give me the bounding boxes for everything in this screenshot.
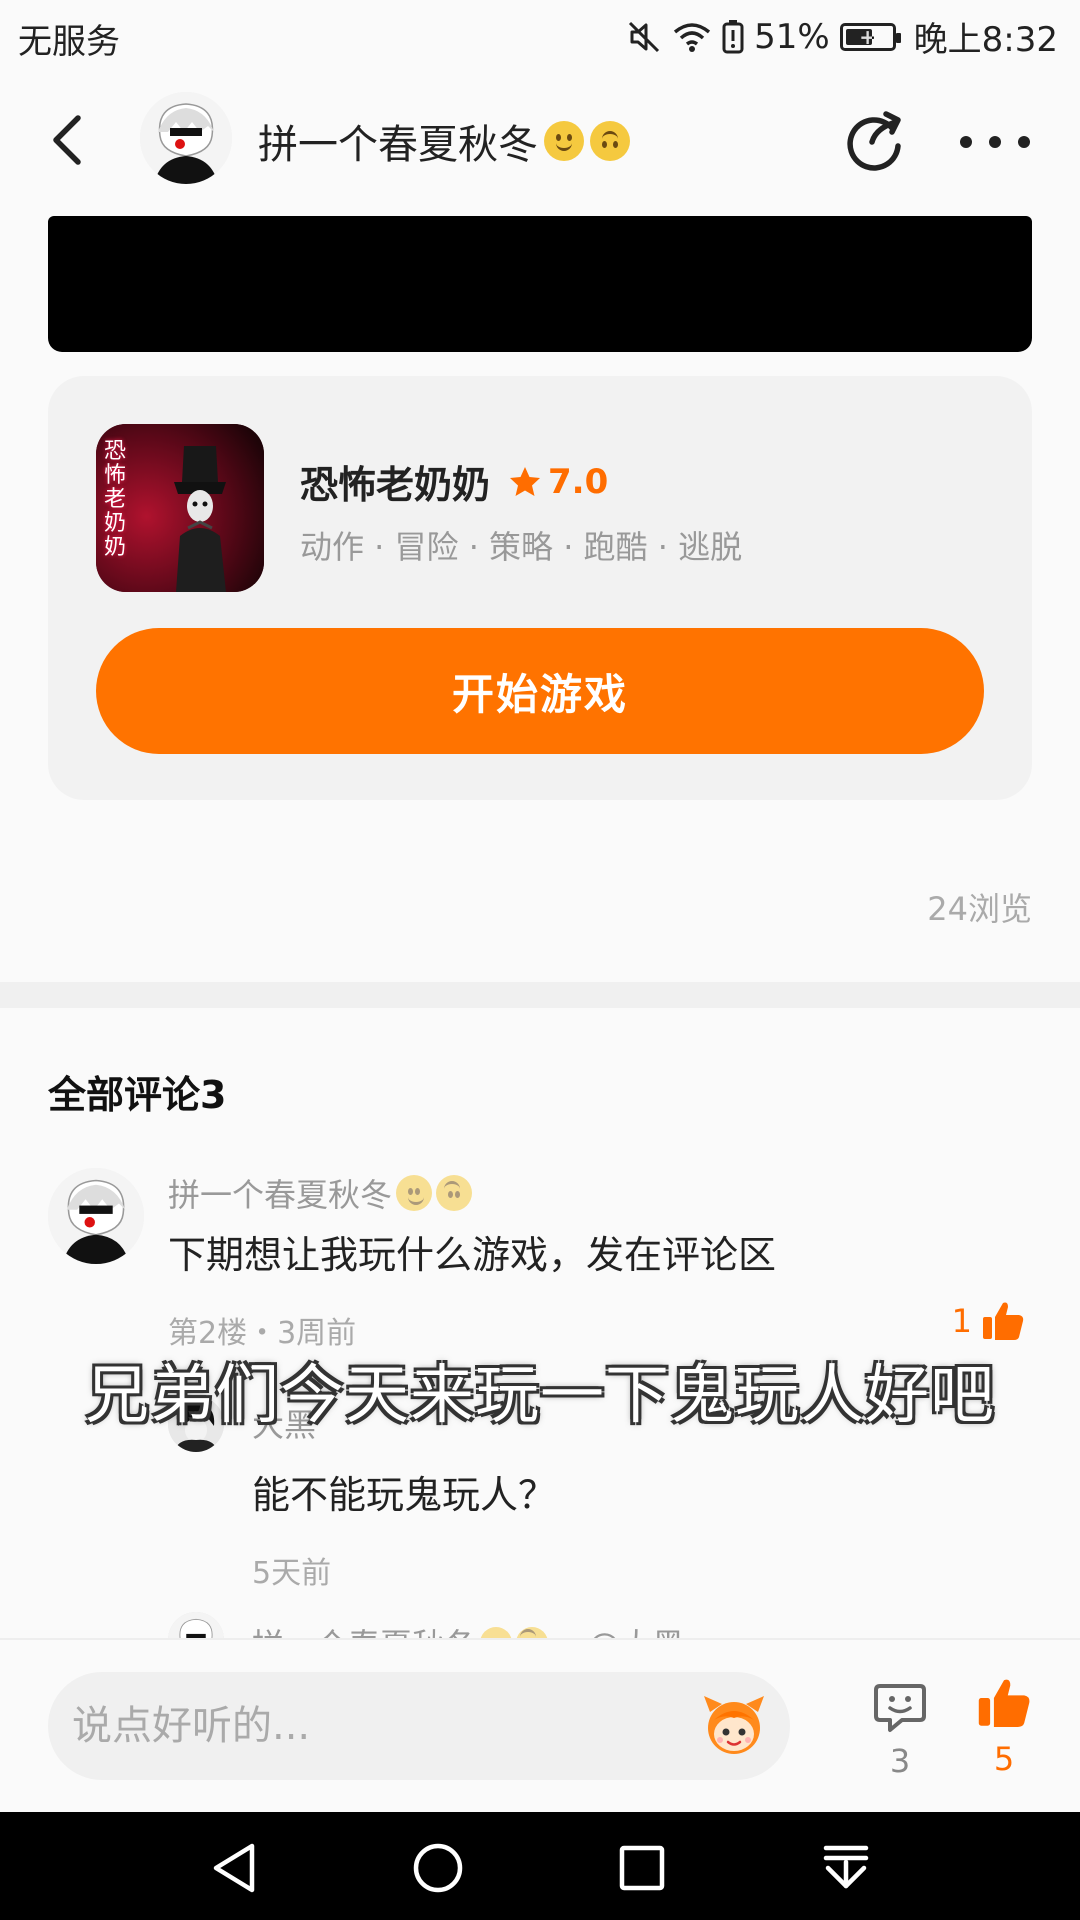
reply-author[interactable]: 拼一个春夏秋冬 ▸ @大黑 xyxy=(252,1620,684,1638)
square-recents-icon xyxy=(619,1845,665,1891)
comments-header: 全部评论3 xyxy=(48,1073,227,1117)
circle-home-icon xyxy=(413,1843,463,1893)
status-bar: 无服务 51% + 晚上8:32 xyxy=(0,0,1080,76)
thumbs-up-icon xyxy=(978,1679,1030,1727)
comment-input[interactable] xyxy=(72,1672,692,1780)
nav-notification-button[interactable] xyxy=(816,1838,876,1898)
smile-emoji-icon xyxy=(396,1175,433,1211)
title-text: 拼一个春夏秋冬 xyxy=(258,122,538,168)
nav-home-button[interactable] xyxy=(408,1838,468,1898)
game-rating: 7.0 xyxy=(508,462,608,502)
smile-emoji-icon xyxy=(480,1627,513,1638)
start-game-button[interactable]: 开始游戏 xyxy=(96,628,984,754)
share-button[interactable] xyxy=(840,106,908,174)
reply-mention: ▸ @大黑 xyxy=(562,1620,684,1638)
reply-author-name: 拼一个春夏秋冬 xyxy=(252,1620,476,1638)
system-nav-bar xyxy=(0,1812,1080,1920)
dot-icon xyxy=(1018,136,1030,148)
dot-icon xyxy=(960,136,972,148)
game-name-text: 恐怖老奶奶 xyxy=(300,463,491,507)
back-button[interactable] xyxy=(40,110,100,170)
comment-input-container[interactable] xyxy=(48,1672,790,1780)
game-title: 恐怖老奶奶 7.0 xyxy=(300,454,608,509)
upside-down-emoji-icon xyxy=(590,121,630,161)
smile-emoji-icon xyxy=(544,121,584,161)
mute-icon xyxy=(626,19,662,55)
pull-down-icon xyxy=(823,1845,869,1889)
game-tags: 动作 · 冒险 · 策略 · 跑酷 · 逃脱 xyxy=(300,528,743,566)
comment-like-count: 1 xyxy=(951,1302,972,1340)
dot-icon xyxy=(989,136,1001,148)
share-icon xyxy=(847,111,901,171)
game-icon-title: 恐怖老奶奶 xyxy=(104,439,127,560)
rating-value: 7.0 xyxy=(548,461,609,502)
nav-back-button[interactable] xyxy=(206,1838,266,1898)
avatar[interactable] xyxy=(168,1612,224,1638)
battery-percent: 51% xyxy=(754,16,830,57)
comment-author-name: 拼一个春夏秋冬 xyxy=(168,1176,393,1214)
comment-text: 下期想让我玩什么游戏，发在评论区 xyxy=(168,1233,777,1277)
carrier-label: 无服务 xyxy=(18,22,120,62)
game-card: 恐怖老奶奶 恐怖老奶奶 7.0 动作 · 冒险 · 策略 · 跑酷 · 逃脱 开… xyxy=(48,376,1032,800)
comment-like-button[interactable]: 1 xyxy=(952,1298,1026,1344)
author-avatar[interactable] xyxy=(140,92,232,184)
mascot-emoji-button[interactable] xyxy=(700,1692,768,1760)
upside-down-emoji-icon xyxy=(516,1627,549,1638)
mascot-icon xyxy=(704,1696,764,1754)
comments-button[interactable]: 3 xyxy=(870,1678,930,1780)
like-button[interactable]: 5 xyxy=(972,1674,1036,1778)
section-divider xyxy=(0,982,1080,1008)
avatar[interactable] xyxy=(48,1168,144,1264)
chevron-left-icon xyxy=(53,115,81,165)
comment-icon xyxy=(874,1684,926,1732)
status-icons: 51% + 晚上8:32 xyxy=(626,12,1058,61)
more-options-button[interactable] xyxy=(960,112,1030,172)
comment-author[interactable]: 拼一个春夏秋冬 xyxy=(168,1170,473,1216)
view-count: 24浏览 xyxy=(927,890,1032,928)
battery-icon: + xyxy=(839,22,901,51)
top-bar: 拼一个春夏秋冬 xyxy=(0,76,1080,206)
page-title: 拼一个春夏秋冬 xyxy=(258,112,630,170)
thumbs-up-icon xyxy=(983,1302,1024,1340)
game-icon[interactable]: 恐怖老奶奶 xyxy=(96,424,264,592)
clock: 晚上8:32 xyxy=(913,20,1058,60)
video-subtitle-overlay: 兄弟们今天来玩一下鬼玩人好吧 xyxy=(85,1359,995,1433)
comments-section: 全部评论3 拼一个春夏秋冬 下期想让我玩什么游戏，发在评论区 第2楼・3周前 1… xyxy=(0,1008,1080,1638)
star-icon xyxy=(510,466,541,496)
comment-count: 3 xyxy=(889,1742,911,1780)
triangle-back-icon xyxy=(213,1843,255,1893)
nav-recents-button[interactable] xyxy=(612,1838,672,1898)
comment-bar: 3 5 xyxy=(0,1638,1080,1812)
battery-alert-icon xyxy=(722,19,744,54)
reply-time: 5天前 xyxy=(252,1556,332,1591)
wifi-icon xyxy=(672,20,712,54)
reply-text: 能不能玩鬼玩人？ xyxy=(252,1473,557,1517)
video-player[interactable] xyxy=(48,216,1032,352)
upside-down-emoji-icon xyxy=(436,1175,473,1211)
like-count: 5 xyxy=(993,1740,1015,1778)
